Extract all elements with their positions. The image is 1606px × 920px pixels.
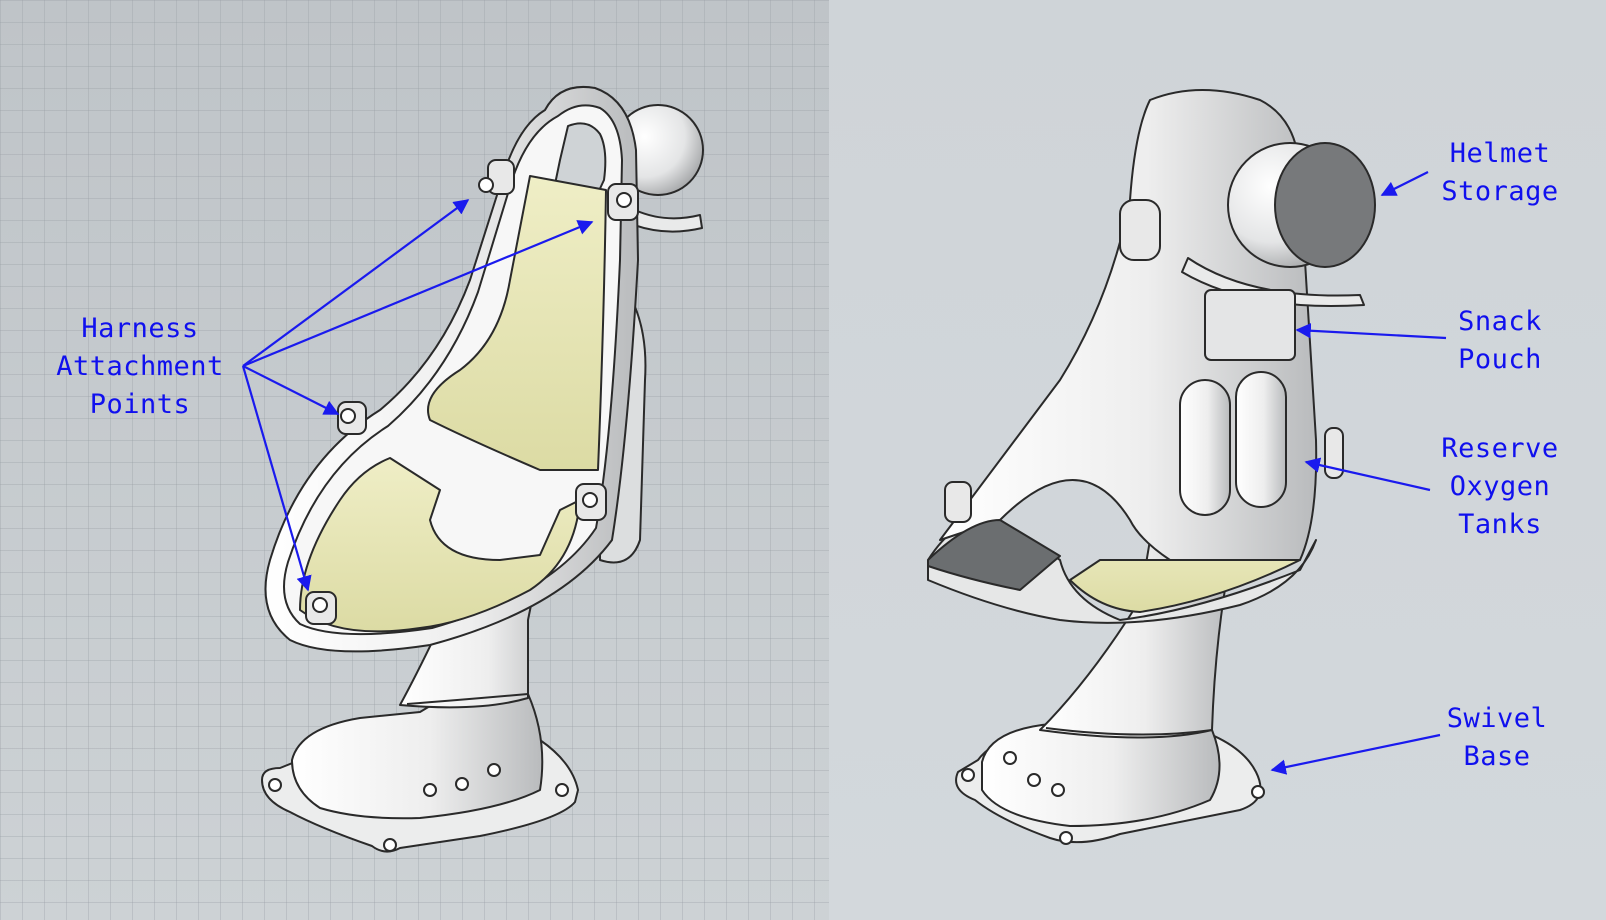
rear-oxygen-tank-2: [1235, 371, 1287, 508]
swivel-base-label: Swivel Base: [1432, 700, 1562, 776]
harness-attachment-label: Harness Attachment Points: [50, 310, 230, 424]
helmet-label-line-1: Helmet: [1449, 138, 1551, 169]
swivel-arrow: [1270, 733, 1441, 775]
helmet-label-line-2: Storage: [1441, 176, 1559, 207]
snack-pouch-label: Snack Pouch: [1440, 303, 1560, 379]
oxygen-label-line-2: Oxygen: [1449, 471, 1551, 502]
front-seat-model: [261, 86, 704, 853]
helmet-arrow: [1380, 171, 1429, 196]
rear-snack-pouch: [1204, 289, 1296, 361]
snack-label-line-1: Snack: [1458, 306, 1542, 337]
snack-label-line-2: Pouch: [1458, 344, 1542, 375]
front-pedestal-foot: [291, 693, 544, 820]
swivel-label-line-2: Base: [1463, 741, 1531, 772]
rear-oxygen-tank-1: [1179, 379, 1231, 516]
rear-helmet-cap: [1274, 142, 1376, 268]
helmet-storage-label: Helmet Storage: [1430, 135, 1570, 211]
oxygen-label-line-3: Tanks: [1458, 509, 1542, 540]
harness-arrow-3: [242, 365, 340, 415]
rear-pedestal-foot: [981, 721, 1221, 827]
harness-label-line-1: Harness: [81, 313, 199, 344]
snack-arrow: [1295, 323, 1447, 340]
reserve-oxygen-label: Reserve Oxygen Tanks: [1425, 430, 1575, 544]
harness-label-line-2: Attachment: [56, 351, 224, 382]
oxygen-arrow: [1304, 457, 1431, 492]
harness-label-line-3: Points: [89, 389, 191, 420]
seat-illustration: [241, 86, 1447, 853]
harness-arrow-1: [242, 199, 470, 367]
oxygen-label-line-1: Reserve: [1441, 433, 1559, 464]
swivel-label-line-1: Swivel: [1446, 703, 1548, 734]
rear-seat-model: [927, 89, 1376, 845]
